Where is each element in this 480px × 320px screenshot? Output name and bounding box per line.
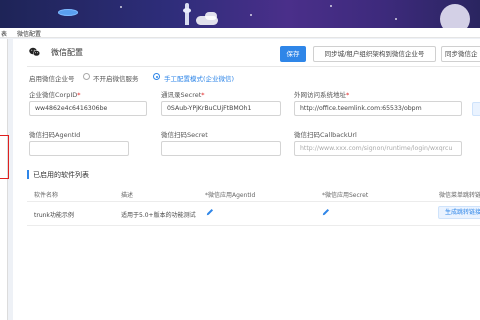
planet-illustration <box>440 4 470 28</box>
edit-agentid-pencil-icon[interactable] <box>206 208 214 216</box>
callback-input[interactable]: http://www.xxx.com/signon/runtime/login/… <box>294 141 462 156</box>
radio-manual[interactable] <box>153 73 160 80</box>
sync-org-button[interactable]: 同步城/租户组织架构到微信企业号 <box>313 46 436 62</box>
url-action-button[interactable] <box>472 102 480 116</box>
radio-manual-label[interactable]: 手工配置模式(企业微信) <box>164 73 234 83</box>
column-header-name: 软件名称 <box>34 192 59 199</box>
star-illustration <box>120 6 122 8</box>
page-title: 微信配置 <box>51 48 83 57</box>
external-url-label: 外网访问系统地址* <box>294 91 350 99</box>
mode-label: 启用微信企业号 <box>29 75 75 83</box>
corpid-input[interactable]: ww4862e4c6416306be <box>29 101 147 116</box>
nav-item[interactable]: 表 <box>1 29 7 38</box>
save-button[interactable]: 保存 <box>280 46 306 62</box>
tower-illustration <box>183 3 191 25</box>
nav-item-wechat-config[interactable]: 微信配置 <box>17 29 41 38</box>
wechat-icon <box>29 47 40 57</box>
radio-disable-label[interactable]: 不开启微信服务 <box>93 73 139 83</box>
top-nav: 表 微信配置 <box>0 28 480 38</box>
column-header-desc: 描述 <box>121 192 134 199</box>
header-divider <box>27 66 480 67</box>
column-header-secret: *微信应用Secret <box>322 192 369 199</box>
column-header-agentid: *微信应用AgentId <box>205 192 256 199</box>
section-marker <box>27 170 29 179</box>
scan-secret-label: 微信扫码Secret <box>161 131 208 139</box>
left-sidebar <box>0 39 8 320</box>
agentid-label: 微信扫码AgentId <box>29 131 81 139</box>
cloud-illustration <box>205 12 217 20</box>
table-header-divider <box>27 201 480 202</box>
radio-disable[interactable] <box>83 73 90 80</box>
secret-label: 通讯录Secret* <box>161 91 205 99</box>
highlight-box <box>0 135 9 179</box>
row-software-name: trunk功能示例 <box>34 212 74 219</box>
star-illustration <box>395 18 397 20</box>
section-title: 已启用的软件列表 <box>33 171 89 179</box>
callback-label: 微信扫码CallbackUrl <box>294 131 357 139</box>
column-header-menu-link: 微信菜单跳转链 <box>439 192 480 199</box>
config-panel: 微信配置 保存 同步城/租户组织架构到微信企业号 同步微信企 启用微信企业号 不… <box>13 39 480 320</box>
secret-input[interactable]: 0SAub-YPjKrBuCUjFtBMOh1 <box>161 101 281 116</box>
blimp-illustration <box>58 9 78 16</box>
top-banner <box>0 0 480 28</box>
sync-wechat-button[interactable]: 同步微信企 <box>441 46 480 62</box>
generate-link-button[interactable]: 生成跳转链接 <box>438 206 480 219</box>
agentid-input[interactable] <box>29 141 129 156</box>
star-illustration <box>250 14 252 16</box>
table-row-divider <box>27 225 480 226</box>
star-illustration <box>330 5 332 7</box>
corpid-label: 企业微信CorpID* <box>29 91 81 99</box>
row-software-desc: 适用于5.0+版本的功能测试 <box>121 212 196 219</box>
scan-secret-input[interactable] <box>161 141 281 156</box>
external-url-input[interactable]: http://office.teemlink.com:65533/obpm <box>294 101 462 116</box>
edit-secret-pencil-icon[interactable] <box>322 208 330 216</box>
